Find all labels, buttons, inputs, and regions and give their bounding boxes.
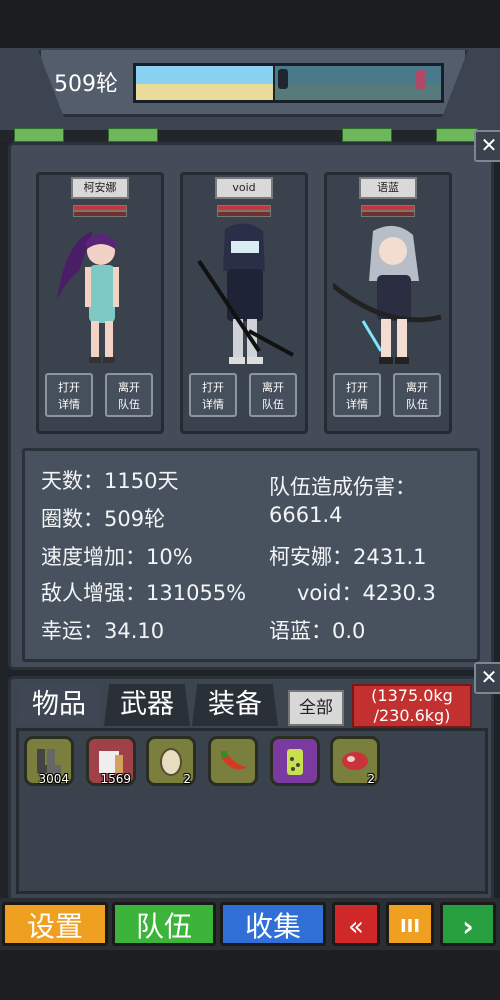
gutter [0, 130, 500, 142]
leave-team-button[interactable]: 离开 队伍 [249, 373, 297, 417]
collect-button[interactable]: 收集 [220, 902, 326, 946]
stats-panel: 天数：1150天 圈数：509轮 速度增加：10% 敌人增强：131055% 幸… [22, 448, 480, 662]
open-details-button[interactable]: 打开 详情 [189, 373, 237, 417]
mp-bar [361, 211, 415, 217]
member-card: 柯安娜 打开 详情 离开 队伍 [36, 172, 164, 434]
member-name: 语蓝 [359, 177, 417, 199]
potion-jar-icon [287, 749, 303, 775]
member-card: 语蓝 打开 详情 离开 队伍 [324, 172, 452, 434]
stat-damage-total: 6661.4 [269, 503, 343, 527]
stat-laps: 圈数：509轮 [41, 507, 166, 531]
rewind-button[interactable]: « [332, 902, 380, 946]
stat-damage-yulan: 语蓝：0.0 [269, 619, 366, 643]
scroll-item[interactable]: 1569 [86, 736, 136, 786]
grass-decor [108, 128, 158, 142]
stat-damage-keana: 柯安娜：2431.1 [269, 545, 427, 569]
mp-bar [73, 211, 127, 217]
boots-item[interactable]: 3004 [24, 736, 74, 786]
leave-team-button[interactable]: 离开 队伍 [105, 373, 153, 417]
character-sprite-void [197, 223, 294, 364]
open-details-button[interactable]: 打开 详情 [333, 373, 381, 417]
grass-decor [342, 128, 392, 142]
chili-item[interactable] [208, 736, 258, 786]
potion-jar-item[interactable] [270, 736, 320, 786]
grass-decor [436, 128, 478, 142]
pause-button[interactable]: III [386, 902, 434, 946]
round-label: 509轮 [54, 72, 118, 97]
play-button[interactable]: › [440, 902, 496, 946]
member-name: 柯安娜 [71, 177, 129, 199]
close-inventory-button[interactable]: ✕ [474, 662, 500, 694]
tab-equipment[interactable]: 装备 [192, 684, 278, 726]
stat-speed: 速度增加：10% [41, 545, 193, 569]
settings-button[interactable]: 设置 [2, 902, 108, 946]
tab-weapons[interactable]: 武器 [104, 684, 190, 726]
round-progress-bar [133, 63, 444, 103]
stat-days: 天数：1150天 [41, 469, 179, 493]
meat-item[interactable]: 2 [330, 736, 380, 786]
stat-luck: 幸运：34.10 [41, 619, 165, 643]
stat-damage-void: void：4230.3 [297, 581, 436, 605]
open-details-button[interactable]: 打开 详情 [45, 373, 93, 417]
enemy-sprite-icon [416, 70, 426, 90]
bottom-band [0, 950, 500, 1000]
chili-icon [221, 751, 247, 770]
team-button[interactable]: 队伍 [112, 902, 216, 946]
player-sprite-icon [278, 69, 288, 89]
progress-marker [273, 66, 275, 100]
grass-decor [14, 128, 64, 142]
stat-damage-title: 队伍造成伤害： [269, 475, 416, 499]
member-name: void [215, 177, 273, 199]
weight-indicator: (1375.0kg /230.6kg) [352, 684, 472, 728]
top-band [0, 0, 500, 48]
egg-item[interactable]: 2 [146, 736, 196, 786]
leave-team-button[interactable]: 离开 队伍 [393, 373, 441, 417]
member-card: void 打开 详情 离开 队伍 [180, 172, 308, 434]
mp-bar [217, 211, 271, 217]
close-team-button[interactable]: ✕ [474, 130, 500, 162]
character-sprite-yulan [333, 225, 442, 364]
filter-all-button[interactable]: 全部 [288, 690, 344, 726]
tab-items[interactable]: 物品 [16, 684, 102, 726]
character-sprite-keana [57, 231, 119, 363]
stat-enemy-boost: 敌人增强：131055% [41, 581, 247, 605]
